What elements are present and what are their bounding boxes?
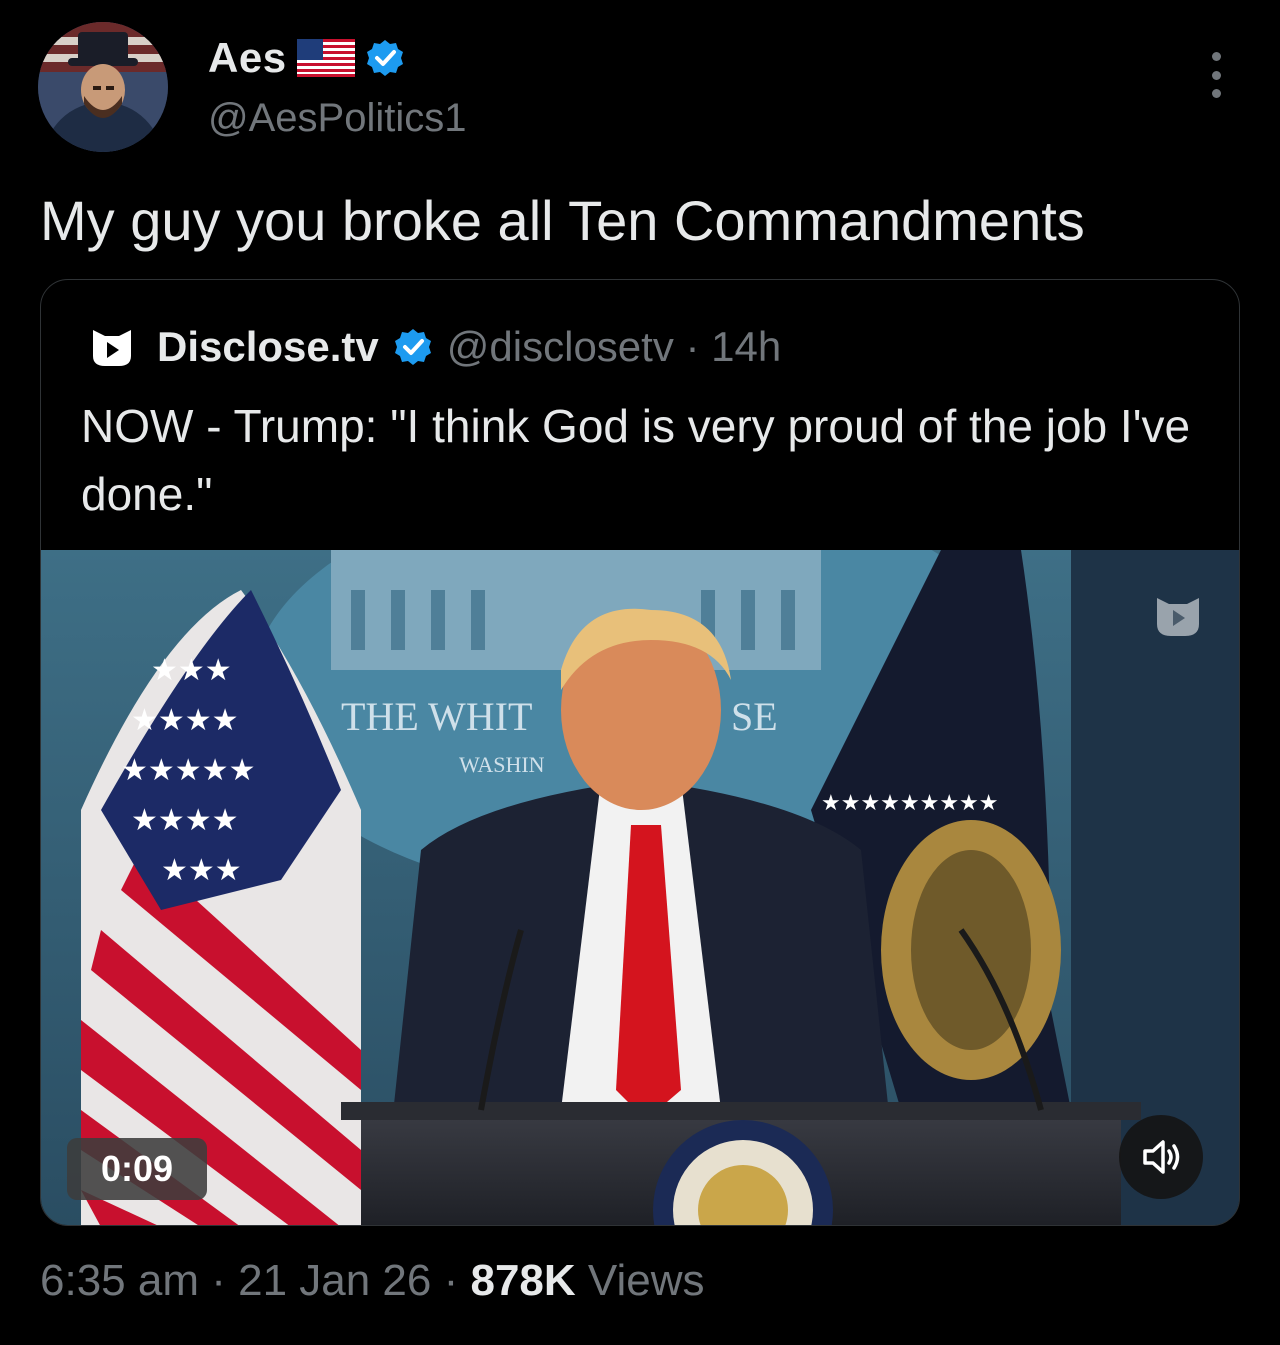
svg-text:★★★: ★★★ xyxy=(161,853,242,888)
separator: · xyxy=(431,1256,471,1305)
disclose-watermark-icon xyxy=(1157,598,1199,636)
views-label: Views xyxy=(575,1256,705,1305)
svg-text:★★★★: ★★★★ xyxy=(131,703,239,738)
svg-text:SE: SE xyxy=(731,694,778,739)
svg-text:★★★★: ★★★★ xyxy=(131,803,239,838)
dot-icon xyxy=(1211,70,1221,80)
quote-tweet-card[interactable]: Disclose.tv @disclosetv · 14h NOW - Trum… xyxy=(40,279,1240,1226)
quote-handle-time: @disclosetv · 14h xyxy=(446,323,782,370)
quote-text: NOW - Trump: "I think God is very proud … xyxy=(81,400,1191,520)
avatar[interactable] xyxy=(38,22,168,152)
author-handle[interactable]: @AesPolitics1 xyxy=(208,96,466,141)
post-time[interactable]: 6:35 am xyxy=(40,1256,199,1305)
verified-badge-icon xyxy=(366,40,403,76)
svg-text:THE WHIT: THE WHIT xyxy=(341,694,532,739)
quote-author-name[interactable]: Disclose.tv xyxy=(157,323,379,371)
dot-icon xyxy=(1211,52,1221,61)
svg-text:★★★★★★★★★: ★★★★★★★★★ xyxy=(821,791,999,816)
dot-icon xyxy=(1211,89,1221,98)
tweet-meta: 6:35 am · 21 Jan 26 · 878K Views xyxy=(40,1256,704,1306)
svg-text:★★★: ★★★ xyxy=(151,653,232,688)
post-date[interactable]: 21 Jan 26 xyxy=(238,1256,431,1305)
views-count[interactable]: 878K xyxy=(470,1256,575,1305)
disclose-logo-icon xyxy=(93,330,131,366)
tweet-text: My guy you broke all Ten Commandments xyxy=(40,189,1085,252)
unmute-button[interactable] xyxy=(1119,1115,1203,1199)
video-frame: THE WHIT SE WASHIN ★★★★★★★ ★★★★★★★★★ ★★★ xyxy=(41,550,1239,1225)
video-player[interactable]: THE WHIT SE WASHIN ★★★ ★★★★ ★★★★★ ★★★★ ★★★ xyxy=(41,550,1239,1225)
video-duration-badge: 0:09 xyxy=(67,1138,207,1200)
svg-text:★★★★★: ★★★★★ xyxy=(121,753,255,788)
speaker-muted-icon xyxy=(1143,1140,1180,1174)
verified-badge-icon xyxy=(394,329,431,365)
more-options-button[interactable] xyxy=(1196,52,1236,98)
author-display-name[interactable]: Aes xyxy=(208,34,287,82)
separator: · xyxy=(198,1256,239,1305)
svg-text:WASHIN: WASHIN xyxy=(459,752,545,777)
us-flag-icon xyxy=(296,39,355,77)
